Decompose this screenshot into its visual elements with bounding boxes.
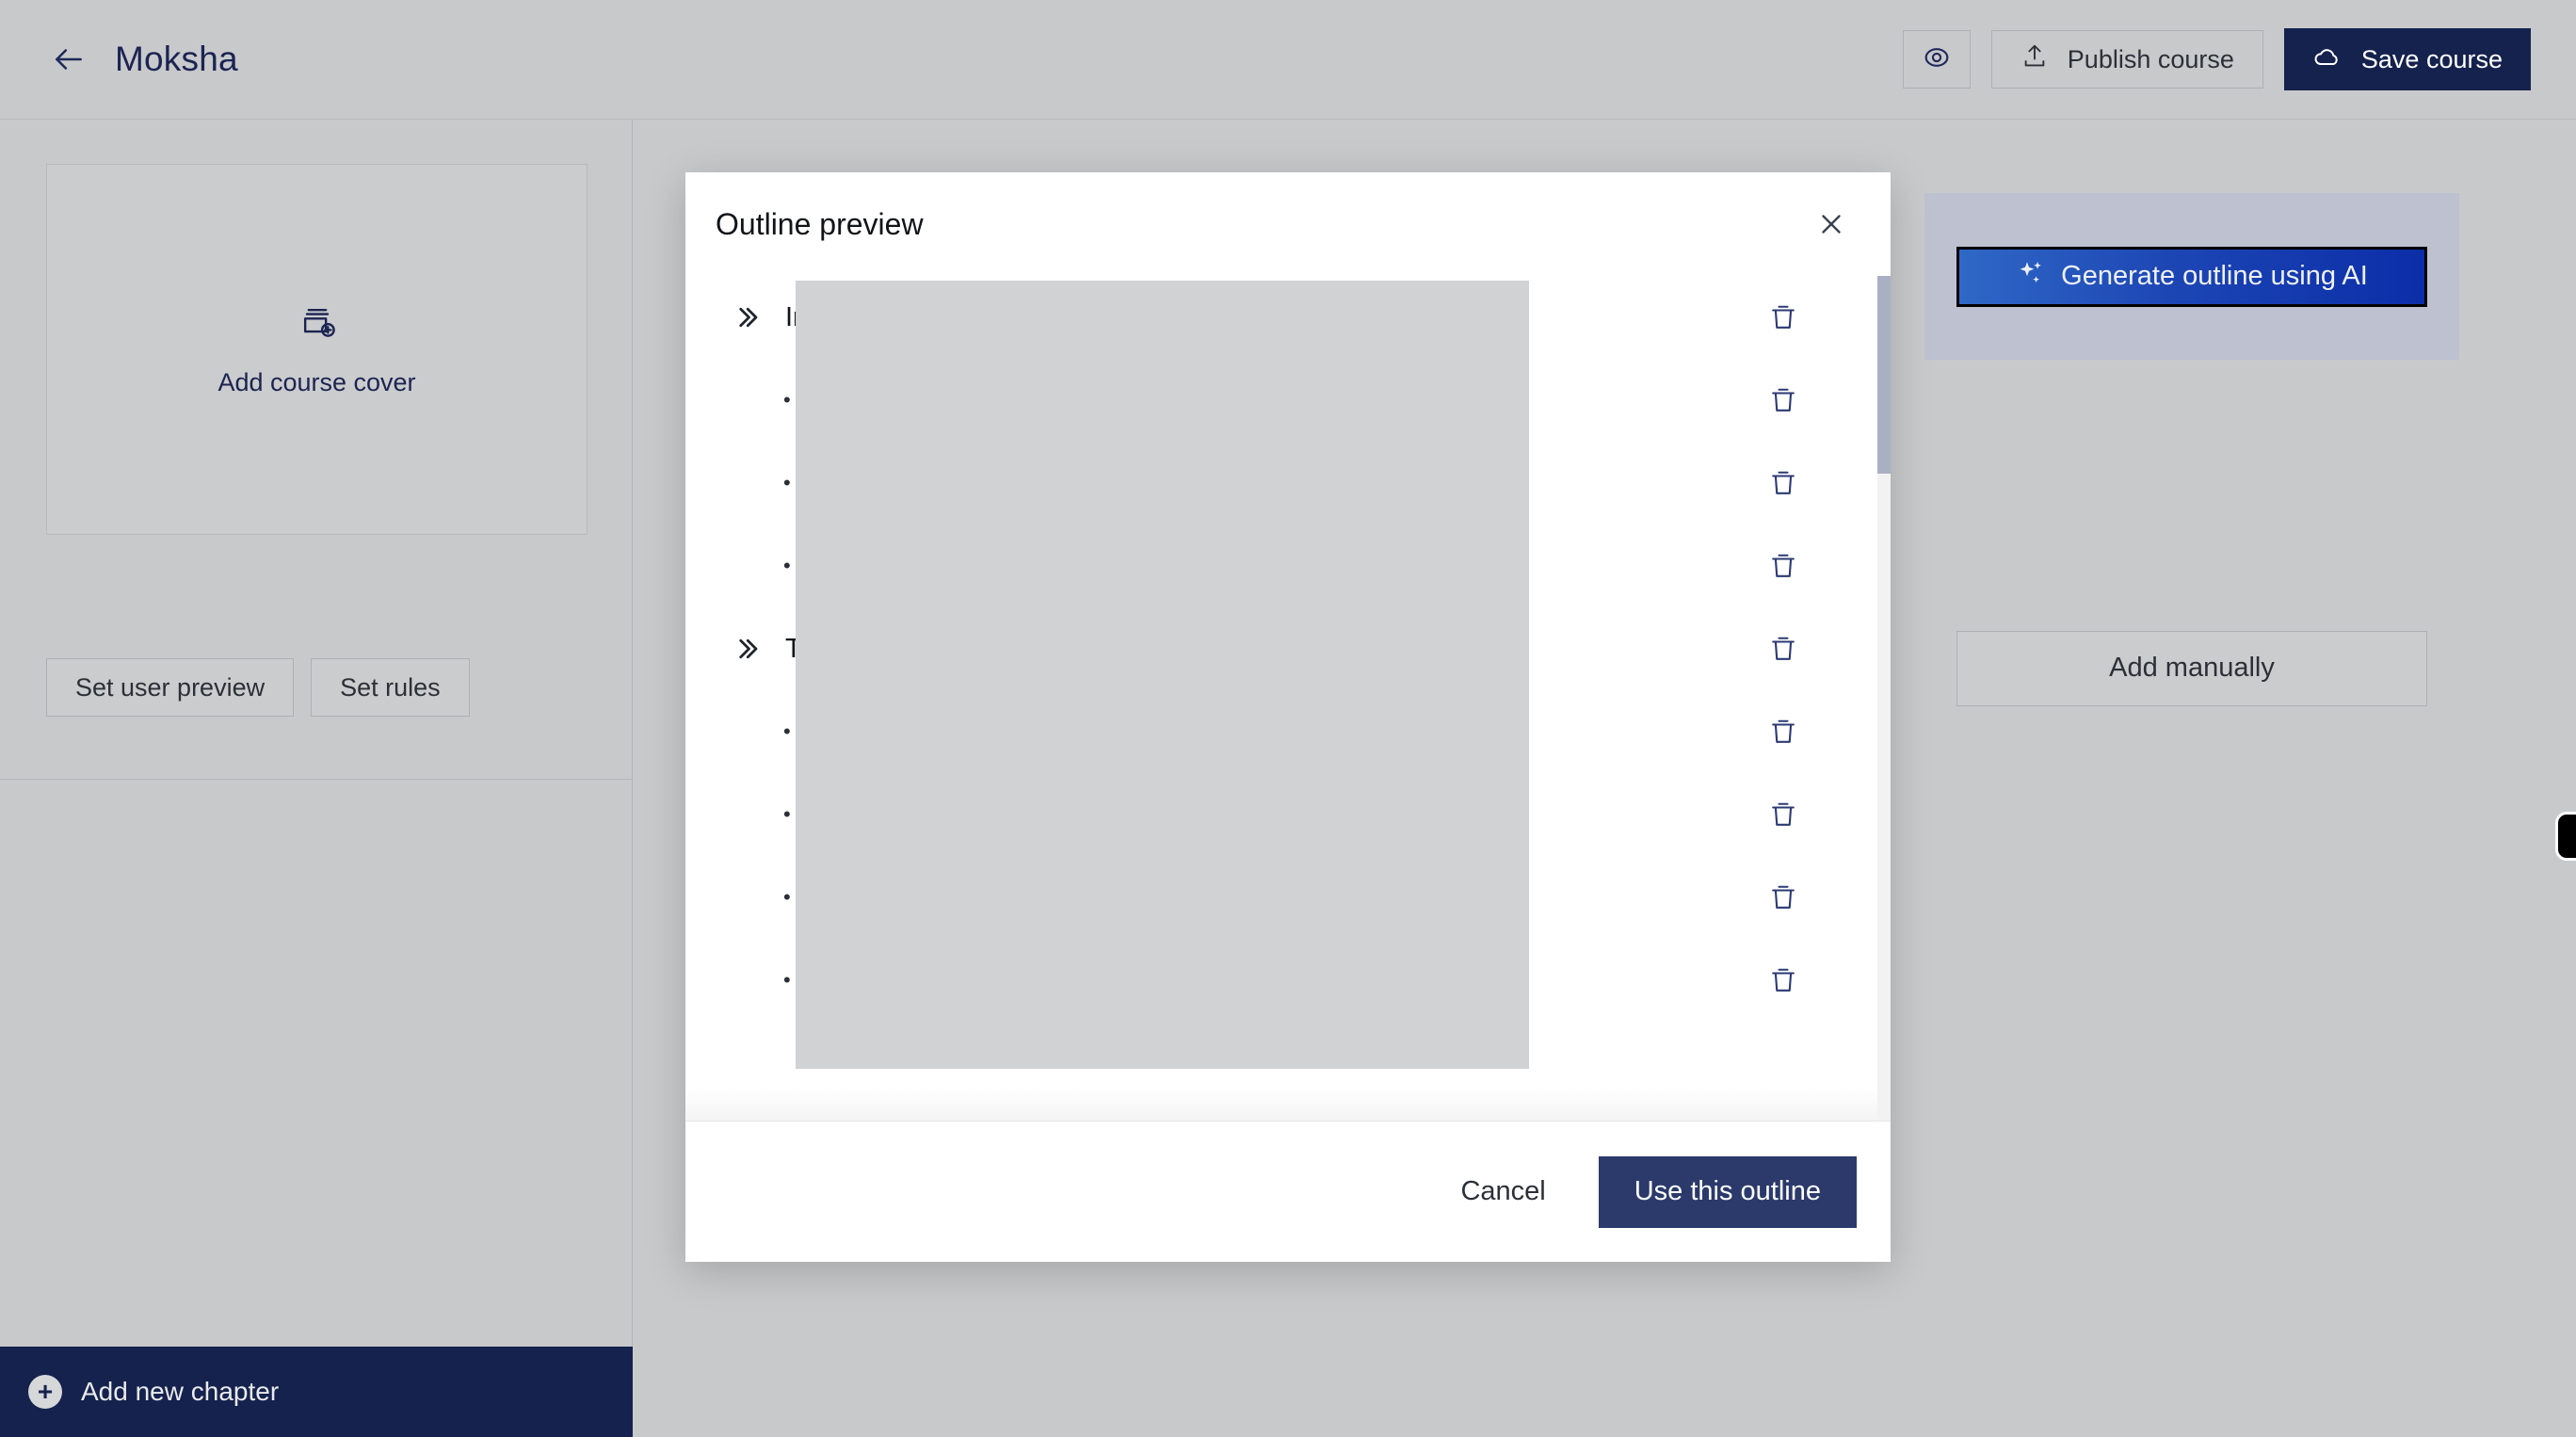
sparkles-icon	[2016, 258, 2046, 296]
add-course-cover-label: Add course cover	[217, 368, 416, 396]
list-bullet-icon: •	[783, 388, 791, 412]
sidebar-divider	[0, 779, 633, 780]
list-bullet-icon: •	[783, 719, 791, 743]
image-stack-plus-icon	[297, 301, 338, 347]
chevron-double-right-icon[interactable]	[733, 303, 768, 331]
outline-row-label: In	[785, 301, 809, 332]
panel-handle-icon[interactable]	[2555, 812, 2576, 861]
upload-icon	[2021, 42, 2049, 77]
outline-lesson-row[interactable]: •	[685, 525, 1891, 607]
trash-icon[interactable]	[1766, 715, 1800, 749]
modal-footer: Cancel Use this outline	[685, 1121, 1891, 1262]
preview-button[interactable]	[1902, 30, 1971, 89]
publish-course-button[interactable]: Publish course	[1990, 30, 2263, 89]
eye-icon	[1921, 41, 1953, 78]
top-bar: Moksha Publish course Save course	[0, 0, 2576, 120]
modal-title: Outline preview	[716, 206, 924, 241]
chevron-double-right-icon[interactable]	[733, 635, 768, 663]
use-this-outline-button[interactable]: Use this outline	[1598, 1155, 1857, 1228]
outline-lesson-row[interactable]: •	[685, 939, 1891, 1022]
trash-icon[interactable]	[1766, 549, 1800, 583]
top-bar-actions: Publish course Save course	[1902, 28, 2531, 90]
scroll-fade	[685, 1087, 1891, 1121]
list-bullet-icon: •	[783, 885, 791, 909]
outline-lesson-row[interactable]: •	[685, 690, 1891, 773]
trash-icon[interactable]	[1766, 466, 1800, 500]
set-user-preview-button[interactable]: Set user preview	[46, 658, 295, 717]
save-course-label: Save course	[2360, 44, 2503, 73]
cancel-button[interactable]: Cancel	[1445, 1167, 1560, 1217]
outline-chapter-row[interactable]: T	[685, 607, 1891, 690]
modal-body[interactable]: In • • • T • • • •	[685, 276, 1891, 1121]
list-bullet-icon: •	[783, 802, 791, 826]
modal-scrollbar[interactable]	[1877, 276, 1891, 1121]
back-arrow-icon[interactable]	[49, 40, 89, 79]
trash-icon[interactable]	[1766, 880, 1800, 914]
outline-lesson-row[interactable]: •	[685, 773, 1891, 856]
add-new-chapter-label: Add new chapter	[81, 1377, 280, 1406]
trash-icon[interactable]	[1766, 300, 1800, 334]
trash-icon[interactable]	[1766, 632, 1800, 666]
save-course-button[interactable]: Save course	[2283, 28, 2531, 90]
add-new-chapter-button[interactable]: + Add new chapter	[0, 1347, 633, 1437]
outline-chapter-row[interactable]: In	[685, 276, 1891, 359]
generate-outline-label: Generate outline using AI	[2061, 261, 2368, 291]
outline-preview-modal: Outline preview In • • • T • • • • Cancel Use th…	[685, 172, 1891, 1262]
cloud-icon	[2312, 41, 2343, 78]
plus-circle-icon: +	[28, 1375, 62, 1409]
add-manually-card: Add manually	[1924, 585, 2459, 751]
add-manually-button[interactable]: Add manually	[1956, 630, 2427, 706]
modal-scrollbar-thumb[interactable]	[1877, 276, 1891, 474]
outline-lesson-row[interactable]: •	[685, 359, 1891, 442]
list-bullet-icon: •	[783, 968, 791, 992]
modal-header: Outline preview	[685, 172, 1891, 276]
generate-outline-card: Generate outline using AI	[1924, 193, 2459, 360]
outline-list: In • • • T • • • •	[685, 276, 1891, 1022]
sidebar: Add course cover Set user preview Set ru…	[0, 120, 633, 1437]
list-bullet-icon: •	[783, 554, 791, 577]
add-course-cover-card[interactable]: Add course cover	[46, 164, 588, 535]
generate-outline-using-ai-button[interactable]: Generate outline using AI	[1956, 246, 2427, 307]
list-bullet-icon: •	[783, 471, 791, 494]
outline-row-label: T	[785, 633, 802, 664]
trash-icon[interactable]	[1766, 798, 1800, 832]
outline-lesson-row[interactable]: •	[685, 856, 1891, 939]
page-title: Moksha	[115, 40, 238, 78]
trash-icon[interactable]	[1766, 963, 1800, 997]
close-icon[interactable]	[1811, 204, 1851, 244]
sidebar-button-row: Set user preview Set rules	[46, 658, 470, 717]
trash-icon[interactable]	[1766, 383, 1800, 417]
publish-course-label: Publish course	[2067, 44, 2234, 73]
set-rules-button[interactable]: Set rules	[311, 658, 470, 717]
app-root: Moksha Publish course Save course Add co…	[0, 0, 2576, 1437]
outline-lesson-row[interactable]: •	[685, 442, 1891, 525]
